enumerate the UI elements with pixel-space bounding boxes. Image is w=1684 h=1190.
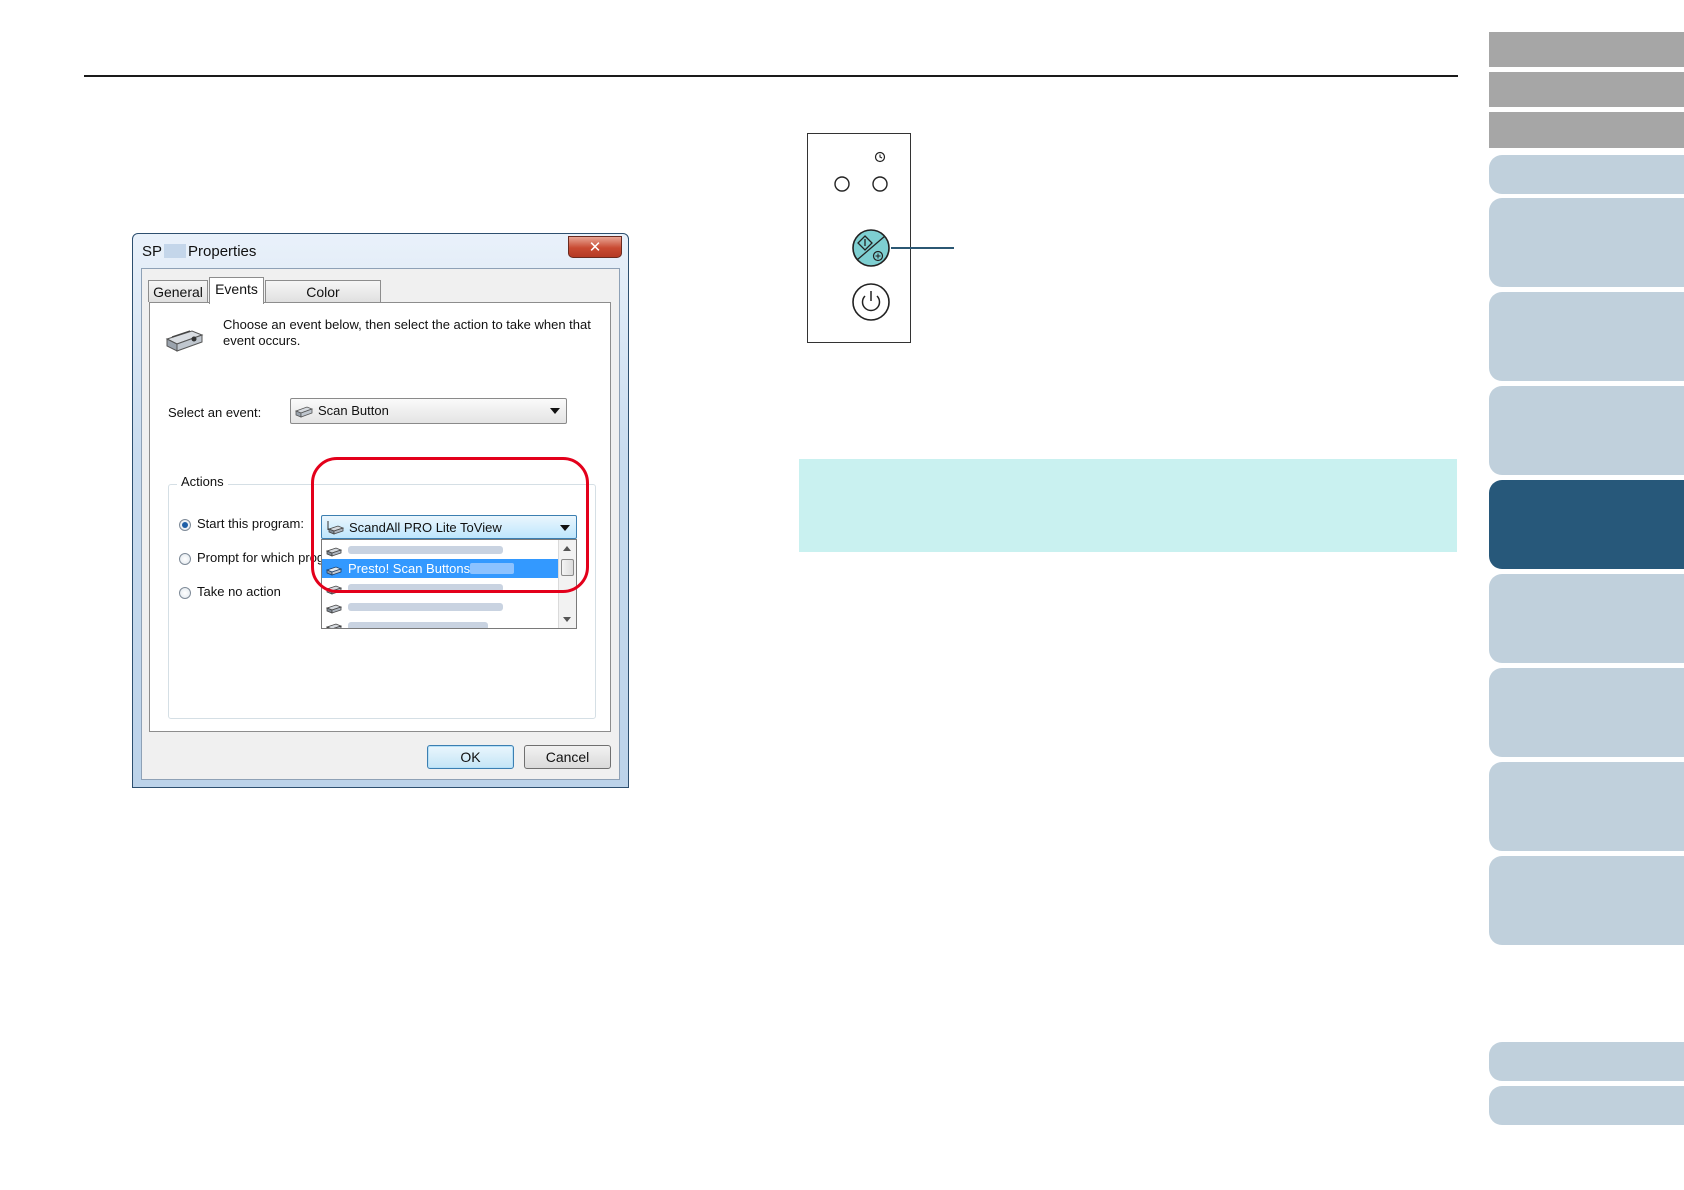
event-select[interactable]: Scan Button <box>290 398 567 424</box>
scanner-icon <box>165 330 204 352</box>
program-icon <box>325 604 342 614</box>
redacted-program-name <box>348 622 488 628</box>
radio-start-program-label[interactable]: Start this program: <box>197 516 304 531</box>
tab-color-management[interactable]: Color Management <box>265 280 381 322</box>
dialog-title: SP Properties <box>142 243 256 260</box>
indicator-lamp-left <box>834 176 850 192</box>
select-event-label: Select an event: <box>168 405 262 420</box>
redacted-model <box>164 244 187 258</box>
tab-general[interactable]: General <box>148 280 208 302</box>
nav-tab-9[interactable] <box>1489 856 1684 945</box>
note-box <box>799 459 1457 552</box>
dialog-title-suffix: Properties <box>188 243 257 260</box>
close-button[interactable]: ✕ <box>568 236 622 258</box>
ok-button[interactable]: OK <box>427 745 514 769</box>
nav-tab-active[interactable] <box>1489 480 1684 569</box>
actions-legend: Actions <box>177 474 228 489</box>
power-icon <box>852 283 890 321</box>
list-item[interactable] <box>322 616 560 628</box>
nav-tab-3[interactable] <box>1489 292 1684 381</box>
nav-tab-8[interactable] <box>1489 762 1684 851</box>
redacted-program-name <box>348 603 503 611</box>
callout-line <box>891 247 954 249</box>
clock-icon <box>874 151 886 163</box>
radio-no-action-label[interactable]: Take no action <box>197 584 281 599</box>
tab-events[interactable]: Events <box>209 277 264 304</box>
event-description: Choose an event below, then select the a… <box>223 317 591 348</box>
highlight-ring <box>311 457 589 593</box>
nav-tab-6[interactable] <box>1489 574 1684 663</box>
nav-tab-bottom-1[interactable] <box>1489 1042 1684 1081</box>
nav-tab-7[interactable] <box>1489 668 1684 757</box>
nav-tab-gray-1[interactable] <box>1489 32 1684 67</box>
nav-tab-1[interactable] <box>1489 155 1684 194</box>
chevron-down-icon[interactable] <box>550 408 560 414</box>
nav-tab-2[interactable] <box>1489 198 1684 287</box>
scroll-down-icon[interactable] <box>563 617 571 622</box>
scanner-operator-panel <box>807 133 911 343</box>
radio-prompt-program[interactable] <box>179 553 191 565</box>
scanner-icon <box>295 406 313 418</box>
scan-start-icon <box>852 229 890 267</box>
header-rule <box>84 75 1458 77</box>
nav-tab-4[interactable] <box>1489 386 1684 475</box>
event-select-value: Scan Button <box>318 403 389 418</box>
operator-panel-drawing <box>834 151 890 321</box>
indicator-lamp-right <box>872 176 888 192</box>
cancel-button[interactable]: Cancel <box>524 745 611 769</box>
radio-start-program[interactable] <box>179 519 191 531</box>
nav-tab-gray-3[interactable] <box>1489 112 1684 148</box>
list-item[interactable] <box>322 597 560 616</box>
dialog-title-prefix: SP <box>142 243 163 260</box>
nav-tab-bottom-2[interactable] <box>1489 1086 1684 1125</box>
program-icon <box>325 623 342 628</box>
radio-no-action[interactable] <box>179 587 191 599</box>
radio-prompt-program-label[interactable]: Prompt for which prog <box>197 550 324 565</box>
nav-tab-gray-2[interactable] <box>1489 72 1684 107</box>
